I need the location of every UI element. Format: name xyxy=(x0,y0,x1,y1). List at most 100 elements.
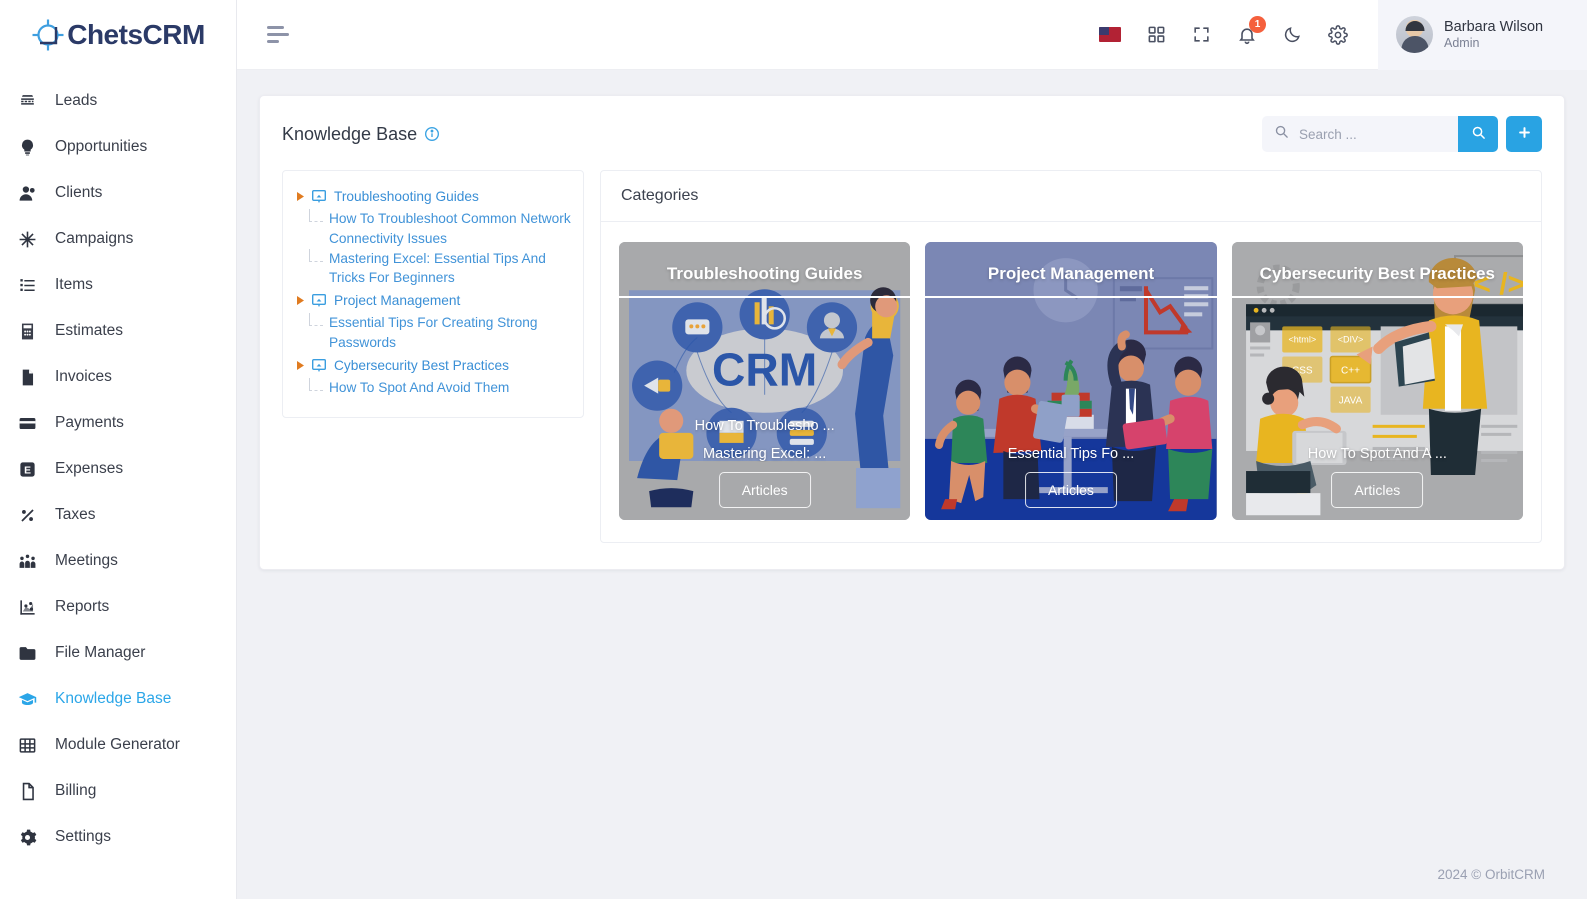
card-divider xyxy=(1231,296,1523,298)
sidebar-item-reports[interactable]: Reports xyxy=(0,584,236,630)
sidebar-item-label: Taxes xyxy=(55,506,96,523)
tree-child-label: How To Spot And Avoid Them xyxy=(329,379,510,395)
sidebar-item-label: Leads xyxy=(55,92,98,109)
tree-child-label: How To Troubleshoot Common Network Conne… xyxy=(329,210,571,246)
tree-child-item[interactable]: How To Troubleshoot Common Network Conne… xyxy=(295,208,571,249)
user-name: Barbara Wilson xyxy=(1444,18,1544,35)
svg-text:C++: C++ xyxy=(1341,366,1360,377)
sidebar-item-label: Items xyxy=(55,276,93,293)
search-input[interactable] xyxy=(1299,126,1446,142)
estimates-icon xyxy=(18,322,37,341)
brand-logo-area[interactable]: ChetsCRM xyxy=(0,0,236,70)
category-card-troubleshooting-guides[interactable]: CRM Troubleshooting Guides How To Troubl… xyxy=(619,242,911,520)
fullscreen-icon[interactable] xyxy=(1192,25,1211,44)
tree-parent-project-management[interactable]: Project Management xyxy=(295,289,571,313)
sidebar-item-label: Billing xyxy=(55,782,97,799)
window-icon xyxy=(312,294,327,307)
dark-mode-moon-icon[interactable] xyxy=(1283,25,1302,44)
opportunities-icon xyxy=(18,138,37,157)
info-circle-icon[interactable] xyxy=(424,126,440,142)
category-card-cybersecurity-best-practices[interactable]: < /> <html> <DIV> CSS C++ JAVA Cybersecu… xyxy=(1231,242,1523,520)
sidebar-item-module-generator[interactable]: Module Generator xyxy=(0,722,236,768)
tree-parent-label: Project Management xyxy=(334,293,461,309)
tree-child-item[interactable]: Essential Tips For Creating Strong Passw… xyxy=(295,313,571,353)
sidebar-item-file-manager[interactable]: File Manager xyxy=(0,630,236,676)
settings-gear-icon[interactable] xyxy=(1328,24,1348,45)
tree-node: Project Management Essential Tips For Cr… xyxy=(295,289,571,353)
plus-icon xyxy=(1517,125,1532,144)
search-field[interactable] xyxy=(1262,116,1458,152)
tree-parent-label: Troubleshooting Guides xyxy=(334,189,479,204)
svg-text:<html>: <html> xyxy=(1288,334,1316,344)
card-articles-button[interactable]: Articles xyxy=(1025,472,1117,508)
page-title-group: Knowledge Base xyxy=(282,124,440,145)
main-area: 1 Barbara Wilson Admin Knowledge Base Se… xyxy=(237,0,1587,899)
tree-parent-troubleshooting-guides[interactable]: Troubleshooting Guides xyxy=(295,185,571,209)
knowledge-base-panel: Knowledge Base Search ... Troubleshootin… xyxy=(259,95,1565,570)
topbar-icons: 1 xyxy=(1099,15,1378,45)
sidebar-item-items[interactable]: Items xyxy=(0,262,236,308)
crosshair-logo-icon xyxy=(31,18,65,52)
gear-icon xyxy=(18,828,37,847)
sidebar-item-clients[interactable]: Clients xyxy=(0,170,236,216)
category-card-project-management[interactable]: Project Management Essential Tips Fo ...… xyxy=(925,242,1217,520)
language-flag-us-icon[interactable] xyxy=(1099,27,1121,42)
sidebar-item-label: Settings xyxy=(55,828,112,845)
card-links: How To Spot And A ... xyxy=(1232,446,1523,462)
window-icon xyxy=(312,358,327,372)
topbar-right: 1 Barbara Wilson Admin xyxy=(1099,0,1587,70)
notifications-bell-icon[interactable]: 1 xyxy=(1237,15,1266,45)
chevron-right-icon[interactable] xyxy=(295,360,305,370)
tree-child-label: Essential Tips For Creating Strong Passw… xyxy=(329,315,538,351)
card-article-link[interactable]: How To Spot And A ... xyxy=(1308,446,1447,462)
sidebar-item-billing[interactable]: Billing xyxy=(0,768,236,814)
svg-text:E: E xyxy=(24,465,31,476)
tree-node: Troubleshooting Guides How To Troublesho… xyxy=(295,185,571,288)
hamburger-icon[interactable] xyxy=(261,20,295,49)
card-title: Troubleshooting Guides xyxy=(666,264,863,283)
search-button[interactable] xyxy=(1458,116,1498,152)
sidebar-item-expenses[interactable]: E Expenses xyxy=(0,446,236,492)
notification-badge: 1 xyxy=(1249,15,1266,33)
file-manager-icon xyxy=(18,644,37,663)
topbar: 1 Barbara Wilson Admin xyxy=(237,0,1587,70)
card-article-link[interactable]: Mastering Excel: ... xyxy=(703,446,826,462)
sidebar-item-campaigns[interactable]: Campaigns xyxy=(0,216,236,262)
sidebar: ChetsCRM Leads Opportunities Clients Cam… xyxy=(0,0,237,899)
sidebar-item-opportunities[interactable]: Opportunities xyxy=(0,124,236,170)
user-menu[interactable]: Barbara Wilson Admin xyxy=(1378,0,1587,70)
svg-text:JAVA: JAVA xyxy=(1338,396,1362,407)
card-links: Essential Tips Fo ... xyxy=(925,446,1216,462)
sidebar-item-knowledge-base[interactable]: Knowledge Base xyxy=(0,676,236,722)
card-title: Project Management xyxy=(987,264,1155,283)
sidebar-item-estimates[interactable]: Estimates xyxy=(0,308,236,354)
clients-icon xyxy=(18,184,37,203)
add-article-button[interactable] xyxy=(1506,116,1542,152)
card-article-link[interactable]: How To Troublesho ... xyxy=(695,418,835,434)
sidebar-item-settings[interactable]: Settings xyxy=(0,814,236,860)
search-actions xyxy=(1262,116,1542,152)
sidebar-item-payments[interactable]: Payments xyxy=(0,400,236,446)
expenses-icon: E xyxy=(18,460,37,479)
tree-child-label: Mastering Excel: Essential Tips And Tric… xyxy=(329,250,546,286)
sidebar-item-taxes[interactable]: Taxes xyxy=(0,492,236,538)
search-group xyxy=(1262,116,1498,152)
sidebar-item-meetings[interactable]: Meetings xyxy=(0,538,236,584)
sidebar-item-label: Clients xyxy=(55,184,103,201)
sidebar-item-invoices[interactable]: Invoices xyxy=(0,354,236,400)
campaigns-icon xyxy=(18,230,37,249)
sidebar-item-label: Knowledge Base xyxy=(55,690,172,707)
tree-parent-cybersecurity-best-practices[interactable]: Cybersecurity Best Practices xyxy=(295,354,571,378)
apps-grid-icon[interactable] xyxy=(1147,25,1166,44)
tree-child-item[interactable]: How To Spot And Avoid Them xyxy=(295,377,571,400)
card-articles-button[interactable]: Articles xyxy=(718,472,811,508)
card-article-link[interactable]: Essential Tips Fo ... xyxy=(1008,446,1135,462)
window-icon xyxy=(312,190,327,203)
chevron-right-icon[interactable] xyxy=(295,296,305,306)
categories-heading: Categories xyxy=(601,171,1541,222)
sidebar-item-leads[interactable]: Leads xyxy=(0,78,236,124)
card-articles-button[interactable]: Articles xyxy=(1331,472,1424,508)
chevron-right-icon[interactable] xyxy=(295,192,305,201)
content-area: Knowledge Base Search ... Troubleshootin… xyxy=(237,70,1587,849)
tree-child-item[interactable]: Mastering Excel: Essential Tips And Tric… xyxy=(295,248,571,289)
